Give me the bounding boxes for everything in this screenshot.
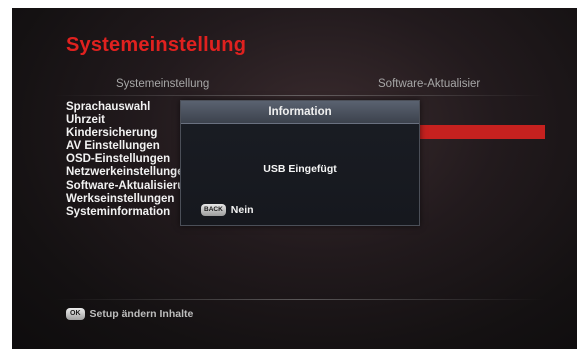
header-divider xyxy=(54,95,544,96)
back-key-icon: BACK xyxy=(201,204,226,216)
menu-item-systeminformation[interactable]: Systeminformation xyxy=(66,206,198,219)
page-title: Systemeinstellung xyxy=(66,34,247,56)
menu-item-av-einstellungen[interactable]: AV Einstellungen xyxy=(66,140,198,153)
menu-item-uhrzeit[interactable]: Uhrzeit xyxy=(66,114,198,127)
dialog-title: Information xyxy=(181,101,419,124)
footer-hint: OK Setup ändern Inhalte xyxy=(66,308,193,320)
column-header-left: Systemeinstellung xyxy=(116,78,210,90)
dialog-button-label: Nein xyxy=(230,204,254,216)
menu-item-software-aktualisierung[interactable]: Software-Aktualisierung xyxy=(66,180,198,193)
dialog-message: USB Eingefügt xyxy=(263,163,337,175)
menu-item-osd-einstellungen[interactable]: OSD-Einstellungen xyxy=(66,153,198,166)
menu-item-netzwerkeinstellungen[interactable]: Netzwerkeinstellungen xyxy=(66,166,198,179)
tv-screen: Systemeinstellung Systemeinstellung Soft… xyxy=(12,8,577,349)
menu-item-kindersicherung[interactable]: Kindersicherung xyxy=(66,127,198,140)
menu-item-werkseinstellungen[interactable]: Werkseinstellungen xyxy=(66,193,198,206)
information-dialog: Information USB Eingefügt BACK Nein xyxy=(180,100,420,226)
footer-text: Setup ändern Inhalte xyxy=(89,308,194,320)
menu-item-sprachauswahl[interactable]: Sprachauswahl xyxy=(66,101,198,114)
footer-divider xyxy=(54,299,544,300)
selection-highlight[interactable] xyxy=(414,125,545,139)
dialog-no-button[interactable]: BACK Nein xyxy=(201,204,254,216)
ok-key-icon: OK xyxy=(66,308,85,320)
settings-menu: Sprachauswahl Uhrzeit Kindersicherung AV… xyxy=(66,101,198,219)
column-header-right: Software-Aktualisier xyxy=(378,78,481,90)
